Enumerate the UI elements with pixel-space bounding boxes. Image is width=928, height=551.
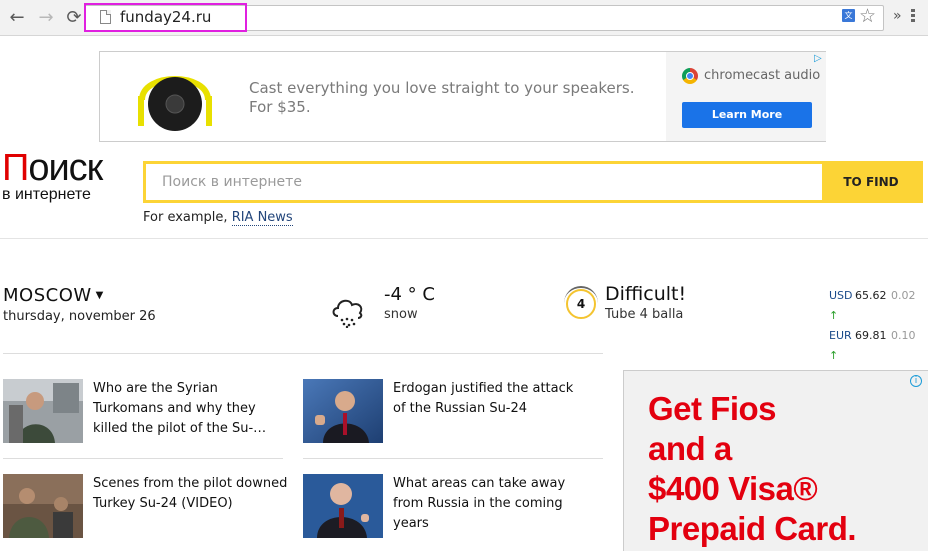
arrow-up-icon: ↑ — [829, 309, 839, 322]
example-prefix: For example, — [143, 210, 228, 225]
ad-text-line1: Cast everything you love straight to you… — [249, 79, 635, 97]
translate-icon[interactable]: 文 — [842, 9, 855, 22]
rate-row-eur[interactable]: EUR 69.81 0.10 ↑ — [829, 326, 928, 366]
divider — [3, 458, 283, 459]
rate-value: 65.62 — [855, 289, 887, 302]
divider — [303, 458, 603, 459]
traffic-subtitle: Tube 4 balla — [605, 307, 684, 322]
ad-brand: chromecast audio — [704, 68, 821, 83]
adchoices-icon[interactable]: ▷ — [814, 54, 824, 64]
ad-text-line2: For $35. — [249, 98, 311, 116]
search-example: For example, RIA News — [143, 210, 293, 226]
logo-subtitle: в интернете — [2, 186, 91, 203]
forward-arrow-icon[interactable]: → — [35, 7, 57, 29]
ad-fios-text: Get Fios and a $400 Visa® Prepaid Card. — [648, 389, 857, 549]
adchoices-info-icon[interactable]: i — [910, 375, 922, 387]
news-title[interactable]: Scenes from the pilot downed Turkey Su-2… — [93, 474, 288, 514]
news-thumbnail — [303, 474, 383, 538]
city-name: MOSCOW — [3, 285, 92, 306]
ad-fios-line2: and a — [648, 430, 732, 467]
ad-fios-line1: Get Fios — [648, 390, 777, 427]
city-selector[interactable]: MOSCOW ▼ — [3, 285, 104, 306]
rate-currency: USD — [829, 289, 853, 302]
rate-change: 0.10 — [891, 329, 916, 342]
news-item[interactable]: Erdogan justified the attack of the Russ… — [303, 379, 593, 449]
rate-row-usd[interactable]: USD 65.62 0.02 ↑ — [829, 286, 928, 326]
news-title[interactable]: What areas can take away from Russia in … — [393, 474, 588, 534]
ad-right-panel: chromecast audio Learn More ▷ — [666, 52, 826, 141]
news-title[interactable]: Who are the Syrian Turkomans and why the… — [93, 379, 288, 439]
currency-rates: USD 65.62 0.02 ↑ EUR 69.81 0.10 ↑ — [829, 286, 928, 366]
arrow-up-icon: ↑ — [829, 349, 839, 362]
traffic-score-icon: 4 — [564, 286, 598, 319]
news-item[interactable]: Who are the Syrian Turkomans and why the… — [3, 379, 293, 449]
logo-first-letter: П — [2, 147, 29, 189]
ad-text: Cast everything you love straight to you… — [249, 79, 649, 117]
ad-fios[interactable]: i Get Fios and a $400 Visa® Prepaid Card… — [623, 370, 928, 551]
search-input[interactable] — [146, 164, 822, 200]
menu-icon[interactable] — [911, 9, 915, 26]
news-thumbnail — [303, 379, 383, 443]
news-item[interactable]: Scenes from the pilot downed Turkey Su-2… — [3, 474, 293, 544]
date-text: thursday, november 26 — [3, 309, 156, 324]
extensions-overflow-icon[interactable]: » — [893, 8, 902, 24]
reload-icon[interactable]: ⟳ — [63, 7, 85, 29]
ad-fios-line4: Prepaid Card. — [648, 510, 857, 547]
site-logo[interactable]: Поиск — [2, 146, 103, 190]
back-arrow-icon[interactable]: ← — [6, 7, 28, 29]
snow-cloud-icon — [332, 299, 363, 328]
news-thumbnail — [3, 474, 83, 538]
ad-fios-line3: $400 Visa® — [648, 470, 818, 507]
search-box: TO FIND — [143, 161, 923, 203]
caret-down-icon: ▼ — [95, 290, 104, 301]
browser-toolbar: ← → ⟳ funday24.ru 文 ☆ » — [0, 0, 928, 36]
search-button[interactable]: TO FIND — [822, 164, 920, 200]
rate-value: 69.81 — [855, 329, 887, 342]
temperature: -4 ° C — [384, 284, 435, 305]
traffic-title[interactable]: Difficult! — [605, 283, 686, 305]
news-title[interactable]: Erdogan justified the attack of the Russ… — [393, 379, 588, 419]
news-item[interactable]: What areas can take away from Russia in … — [303, 474, 593, 544]
chrome-logo-icon — [682, 68, 698, 84]
learn-more-button[interactable]: Learn More — [682, 102, 812, 128]
weather-condition: snow — [384, 307, 418, 322]
rate-currency: EUR — [829, 329, 852, 342]
url-text[interactable]: funday24.ru — [120, 8, 211, 26]
divider — [0, 238, 928, 239]
news-thumbnail — [3, 379, 83, 443]
divider — [3, 353, 603, 354]
page-icon — [100, 10, 111, 24]
speaker-image — [138, 76, 212, 131]
logo-rest: оиск — [28, 147, 103, 189]
example-link[interactable]: RIA News — [231, 210, 293, 226]
star-icon[interactable]: ☆ — [859, 5, 876, 27]
ad-banner-chromecast[interactable]: Cast everything you love straight to you… — [99, 51, 826, 142]
rate-change: 0.02 — [891, 289, 916, 302]
